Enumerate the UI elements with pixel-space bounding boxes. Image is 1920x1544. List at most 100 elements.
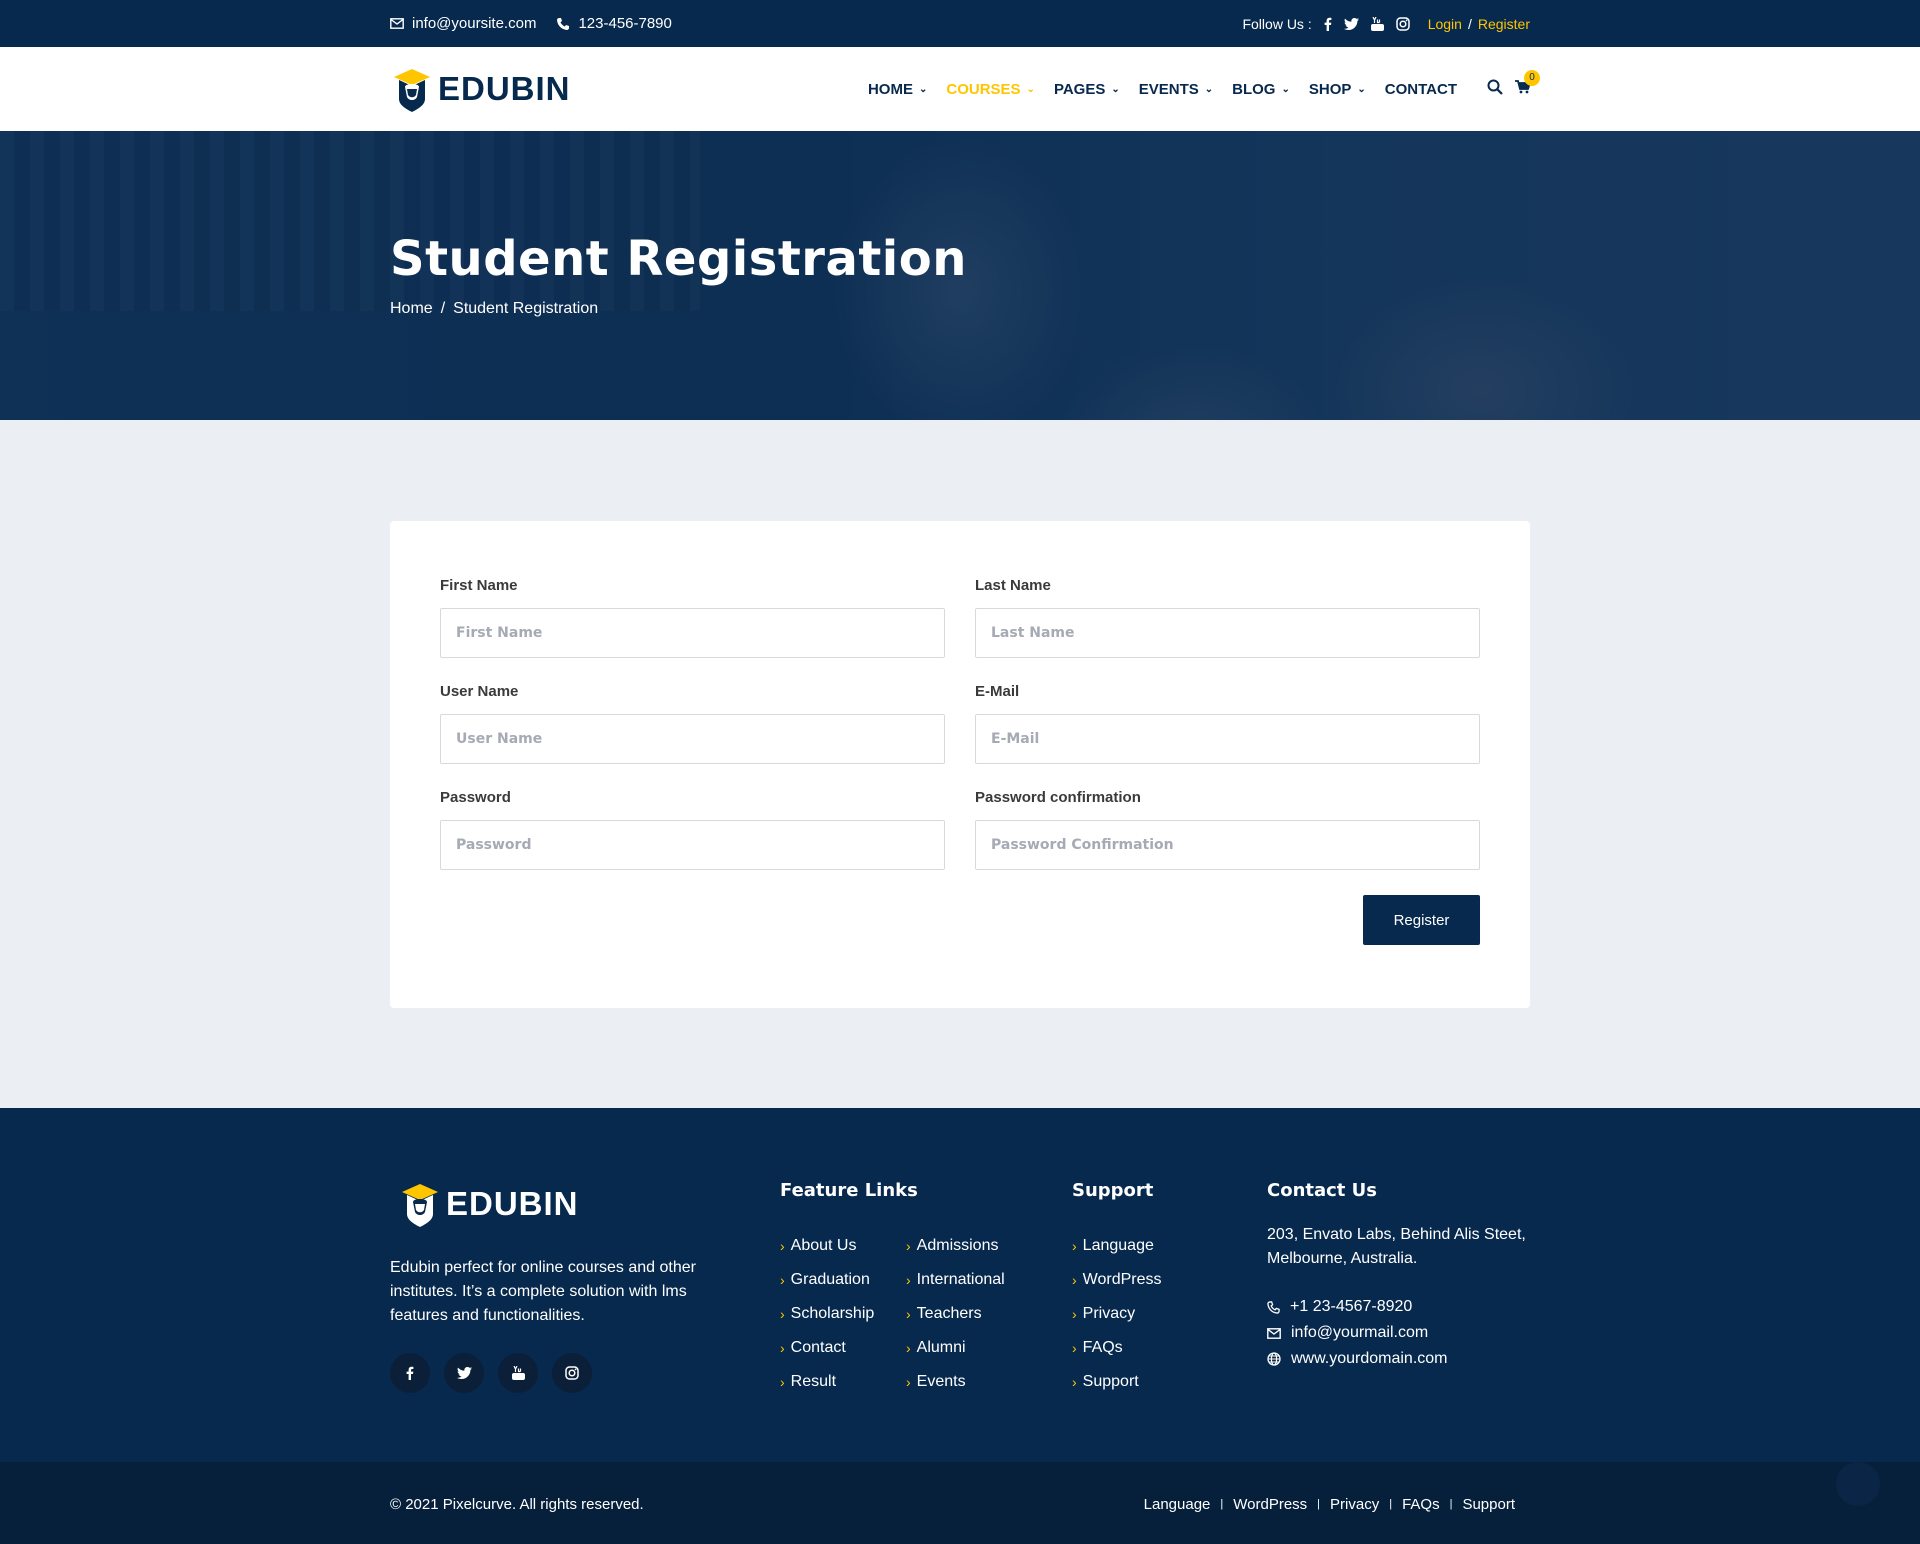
register-link[interactable]: Register xyxy=(1478,16,1530,32)
youtube-icon[interactable] xyxy=(1370,16,1384,31)
password-confirmation-input[interactable] xyxy=(975,820,1480,870)
nav-contact-label: CONTACT xyxy=(1384,80,1457,98)
nav-blog-label: BLOG xyxy=(1232,80,1276,98)
footer-link-label: Contact xyxy=(790,1339,846,1356)
contact-email-text: info@yourmail.com xyxy=(1291,1324,1429,1341)
footer-logo-text: EDUBIN xyxy=(446,1185,579,1222)
bottom-link[interactable]: FAQs xyxy=(1402,1496,1440,1513)
bottom-link[interactable]: Language xyxy=(1144,1496,1211,1513)
footer-link[interactable]: › Admissions xyxy=(906,1237,1005,1271)
footer-twitter-icon[interactable] xyxy=(444,1353,484,1393)
twitter-icon[interactable] xyxy=(1343,17,1359,30)
envelope-icon xyxy=(390,18,404,29)
footer-link-label: Alumni xyxy=(916,1339,966,1356)
back-to-top-button[interactable] xyxy=(1836,1462,1880,1506)
footer-facebook-icon[interactable] xyxy=(390,1353,430,1393)
contact-column: Contact Us 203, Envato Labs, Behind Alis… xyxy=(1267,1180,1537,1372)
chevron-down-icon: ⌄ xyxy=(1026,83,1035,95)
nav-contact[interactable]: CONTACT xyxy=(1385,81,1457,98)
instagram-icon[interactable] xyxy=(1395,16,1410,31)
login-link[interactable]: Login xyxy=(1428,16,1462,32)
footer-link[interactable]: › International xyxy=(906,1271,1005,1305)
nav-blog[interactable]: BLOG ⌄ xyxy=(1232,81,1290,98)
search-icon[interactable] xyxy=(1487,79,1503,100)
site-logo[interactable]: EDUBIN xyxy=(390,65,571,113)
nav-shop[interactable]: SHOP ⌄ xyxy=(1309,81,1366,98)
nav-shop-label: SHOP xyxy=(1308,80,1352,98)
email-label: E-Mail xyxy=(975,683,1020,700)
footer-link[interactable]: › Events xyxy=(906,1373,1005,1407)
site-header: EDUBIN HOME ⌄ COURSES ⌄ PAGES ⌄ EVENTS ⌄ BLO… xyxy=(0,47,1920,131)
footer-link[interactable]: › About Us xyxy=(780,1237,874,1271)
graduation-shield-logo-icon xyxy=(394,69,430,112)
footer-youtube-icon[interactable] xyxy=(498,1353,538,1393)
footer-logo[interactable]: EDUBIN xyxy=(398,1180,579,1228)
topbar-email[interactable]: info@yoursite.com xyxy=(390,15,536,32)
phone-icon xyxy=(1267,1300,1280,1314)
footer-link-label: Support xyxy=(1082,1373,1139,1390)
first-name-label: First Name xyxy=(440,577,518,594)
footer-link-label: Graduation xyxy=(790,1271,870,1288)
topbar-phone[interactable]: 123-456-7890 xyxy=(556,15,672,32)
auth-separator: / xyxy=(1467,15,1472,32)
contact-website-text: www.yourdomain.com xyxy=(1291,1350,1448,1367)
support-links-list: › Language › WordPress › Privacy › FAQs › Sup… xyxy=(1072,1237,1162,1407)
chevron-down-icon: ⌄ xyxy=(918,83,928,95)
main-nav: HOME ⌄ COURSES ⌄ PAGES ⌄ EVENTS ⌄ BLOG ⌄ SHOP… xyxy=(849,69,1540,100)
facebook-icon[interactable] xyxy=(1324,17,1332,31)
footer-link[interactable]: › WordPress xyxy=(1072,1271,1162,1305)
contact-email[interactable]: info@yourmail.com xyxy=(1267,1320,1537,1346)
chevron-right-icon: › xyxy=(1072,1238,1077,1254)
contact-phone-text: +1 23-4567-8920 xyxy=(1290,1298,1413,1315)
password-confirmation-label: Password confirmation xyxy=(975,789,1141,806)
footer-link[interactable]: › Result xyxy=(780,1373,874,1407)
footer-link-label: Admissions xyxy=(916,1237,999,1254)
nav-home[interactable]: HOME ⌄ xyxy=(868,81,927,98)
chevron-down-icon: ⌄ xyxy=(1357,83,1366,95)
nav-pages[interactable]: PAGES ⌄ xyxy=(1054,81,1120,98)
email-input[interactable] xyxy=(975,714,1480,764)
footer-instagram-icon[interactable] xyxy=(552,1353,592,1393)
chevron-right-icon: › xyxy=(906,1306,911,1322)
footer-link[interactable]: › Graduation xyxy=(780,1271,874,1305)
bottom-link[interactable]: Support xyxy=(1462,1496,1515,1513)
copyright-bar: © 2021 Pixelcurve. All rights reserved. … xyxy=(0,1462,1920,1544)
support-heading: Support xyxy=(1072,1180,1154,1201)
feature-links-column: Feature Links xyxy=(780,1180,918,1201)
registration-section: First Name Last Name User Name E-Mail Pa… xyxy=(0,420,1920,1108)
chevron-right-icon: › xyxy=(1072,1340,1077,1356)
nav-events[interactable]: EVENTS ⌄ xyxy=(1139,81,1213,98)
footer-link[interactable]: › Alumni xyxy=(906,1339,1005,1373)
password-input[interactable] xyxy=(440,820,945,870)
footer-link[interactable]: › Language xyxy=(1072,1237,1162,1271)
last-name-group: Last Name xyxy=(975,577,1480,687)
footer-link-label: About Us xyxy=(790,1237,857,1254)
footer-link[interactable]: › FAQs xyxy=(1072,1339,1162,1373)
contact-address: 203, Envato Labs, Behind Alis Steet, Mel… xyxy=(1267,1226,1526,1267)
first-name-input[interactable] xyxy=(440,608,945,658)
footer-link[interactable]: › Teachers xyxy=(906,1305,1005,1339)
bottom-link[interactable]: WordPress xyxy=(1233,1496,1307,1513)
user-name-input[interactable] xyxy=(440,714,945,764)
contact-website[interactable]: www.yourdomain.com xyxy=(1267,1346,1537,1372)
chevron-right-icon: › xyxy=(906,1340,911,1356)
footer-about: Edubin perfect for online courses and ot… xyxy=(390,1259,696,1324)
cart-button[interactable]: 0 xyxy=(1515,69,1540,99)
last-name-input[interactable] xyxy=(975,608,1480,658)
footer-link-label: International xyxy=(916,1271,1005,1288)
chevron-right-icon: › xyxy=(906,1374,911,1390)
breadcrumb-home[interactable]: Home xyxy=(390,300,433,318)
bottom-link[interactable]: Privacy xyxy=(1330,1496,1379,1513)
footer-link[interactable]: › Support xyxy=(1072,1373,1162,1407)
register-button[interactable]: Register xyxy=(1363,895,1480,945)
contact-phone[interactable]: +1 23-4567-8920 xyxy=(1267,1294,1537,1320)
footer-link-label: Privacy xyxy=(1082,1305,1136,1322)
footer-link[interactable]: › Contact xyxy=(780,1339,874,1373)
site-footer: EDUBIN Edubin perfect for online courses… xyxy=(0,1108,1920,1462)
footer-link[interactable]: › Scholarship xyxy=(780,1305,874,1339)
nav-courses[interactable]: COURSES ⌄ xyxy=(946,81,1035,98)
chevron-down-icon: ⌄ xyxy=(1111,83,1120,95)
password-group: Password xyxy=(440,789,945,899)
footer-link[interactable]: › Privacy xyxy=(1072,1305,1162,1339)
chevron-right-icon: › xyxy=(906,1272,911,1288)
